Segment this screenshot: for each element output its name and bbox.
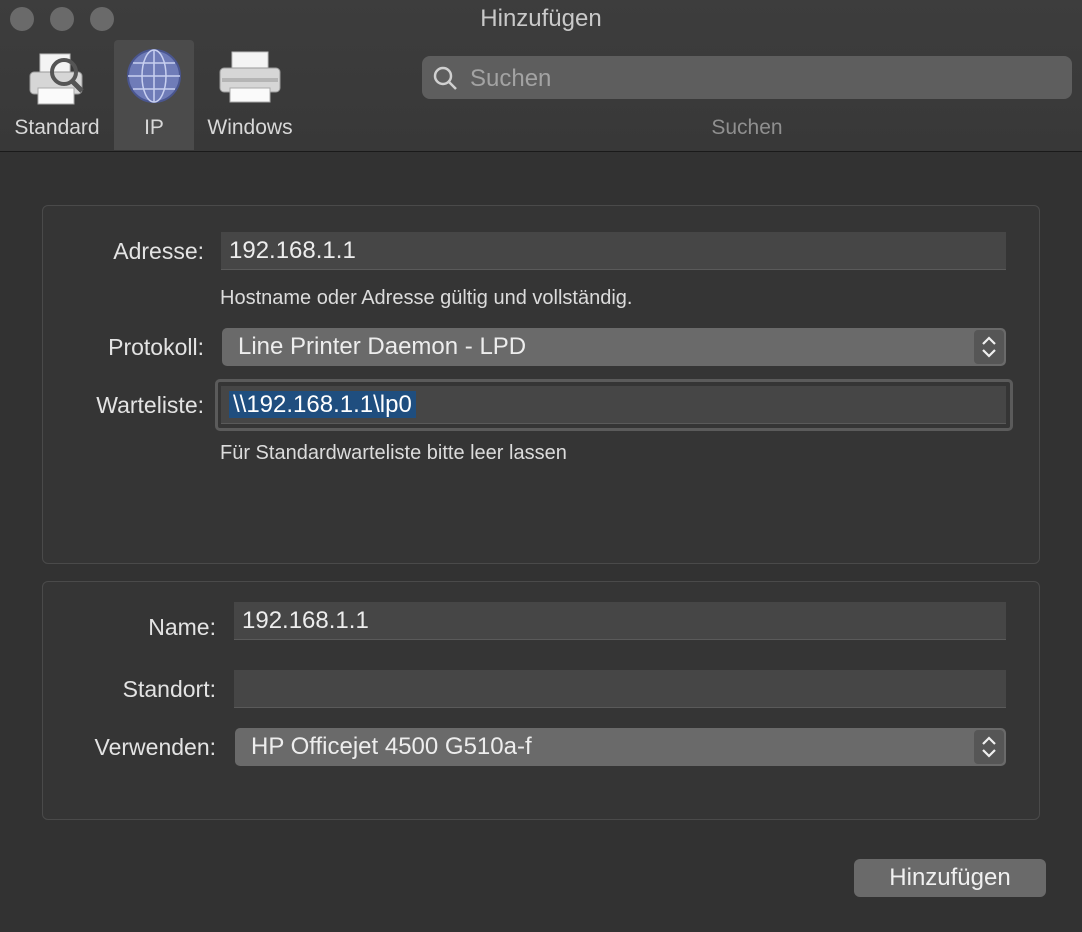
location-field[interactable]	[234, 670, 1006, 708]
search-input[interactable]	[468, 56, 1062, 101]
name-label: Name:	[148, 614, 216, 640]
name-field[interactable]: 192.168.1.1	[234, 602, 1006, 640]
queue-label: Warteliste:	[96, 392, 204, 418]
add-button[interactable]: Hinzufügen	[854, 859, 1046, 897]
search-icon	[433, 66, 457, 90]
toolbar-item-standard[interactable]: Standard	[4, 40, 110, 150]
protocol-value: Line Printer Daemon - LPD	[238, 333, 527, 360]
toolbar-label-ip: IP	[144, 116, 164, 139]
window-title: Hinzufügen	[480, 5, 602, 32]
queue-field[interactable]: \\192.168.1.1\lp0	[221, 386, 1006, 424]
queue-hint: Für Standardwarteliste bitte leer lassen	[220, 442, 567, 464]
use-label: Verwenden:	[94, 734, 216, 760]
toolbar-label-standard: Standard	[14, 116, 100, 139]
globe-icon	[127, 49, 181, 103]
address-field[interactable]: 192.168.1.1	[221, 232, 1006, 270]
toolbar-label-windows: Windows	[207, 116, 293, 139]
address-hint: Hostname oder Adresse gültig und vollstä…	[220, 287, 633, 309]
queue-value: \\192.168.1.1\lp0	[229, 391, 416, 418]
printer-magnifier-icon	[29, 53, 84, 105]
search-caption: Suchen	[711, 116, 783, 139]
address-label: Adresse:	[113, 238, 204, 264]
driver-value: HP Officejet 4500 G510a-f	[251, 733, 532, 760]
printer-icon	[219, 51, 281, 103]
chevron-updown-icon	[974, 730, 1004, 764]
driver-select[interactable]: HP Officejet 4500 G510a-f	[235, 728, 1006, 766]
protocol-label: Protokoll:	[108, 334, 204, 360]
chevron-updown-icon	[974, 330, 1004, 364]
toolbar: Hinzufügen Standard IP Windows Suchen Su…	[0, 0, 1082, 152]
toolbar-item-windows[interactable]: Windows	[198, 40, 302, 150]
toolbar-item-ip[interactable]: IP	[114, 40, 194, 150]
protocol-select[interactable]: Line Printer Daemon - LPD	[222, 328, 1006, 366]
search-field[interactable]	[422, 56, 1072, 101]
location-label: Standort:	[122, 676, 216, 702]
